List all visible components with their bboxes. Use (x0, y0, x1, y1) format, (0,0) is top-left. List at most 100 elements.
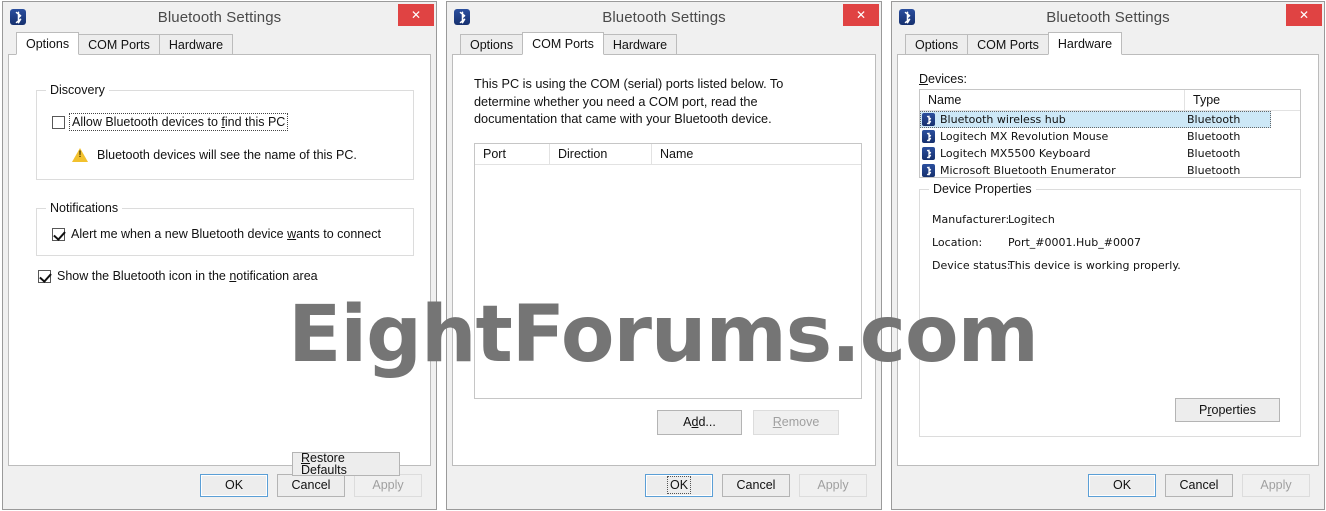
tab-options[interactable]: Options (905, 34, 969, 55)
comports-listview[interactable]: Port Direction Name (474, 143, 862, 399)
restore-defaults-label: Restore Defaults (301, 450, 347, 477)
device-name: Logitech MX Revolution Mouse (940, 130, 1109, 143)
apply-button-comports: Apply (799, 473, 867, 497)
ok-button-hardware[interactable]: OK (1088, 473, 1156, 497)
manufacturer-value: Logitech (1008, 213, 1055, 226)
window-body-comports: Options COM Ports Hardware This PC is us… (452, 32, 876, 504)
device-type: Bluetooth (1187, 130, 1241, 143)
close-button-comports[interactable]: ✕ (843, 4, 879, 26)
comports-description: This PC is using the COM (serial) ports … (474, 77, 784, 126)
apply-label: Apply (817, 477, 849, 492)
warning-icon (72, 148, 88, 162)
bluetooth-icon (922, 147, 935, 160)
remove-com-port-button: Remove (753, 410, 839, 435)
device-status-value: This device is working properly. (1008, 259, 1181, 272)
column-direction[interactable]: Direction (550, 144, 652, 164)
titlebar-comports[interactable]: Bluetooth Settings ✕ (447, 2, 881, 32)
device-name: Microsoft Bluetooth Enumerator (940, 164, 1116, 177)
close-icon: ✕ (855, 8, 867, 22)
page-title-comports: Bluetooth Settings (602, 8, 726, 26)
tab-options[interactable]: Options (460, 34, 524, 55)
device-type: Bluetooth (1187, 164, 1241, 177)
alert-checkbox[interactable] (52, 227, 65, 241)
add-label: Add... (683, 415, 716, 430)
titlebar-options[interactable]: Bluetooth Settings ✕ (3, 2, 436, 32)
discovery-group: Discovery (36, 83, 414, 180)
bluetooth-icon (10, 9, 26, 25)
column-name[interactable]: Name (920, 90, 1185, 110)
footer-comports: OK Cancel Apply (452, 466, 876, 504)
ok-button-options[interactable]: OK (200, 473, 268, 497)
column-port[interactable]: Port (475, 144, 550, 164)
tab-com-ports[interactable]: COM Ports (78, 34, 160, 55)
window-body-hardware: Options COM Ports Hardware Devices: Name… (897, 32, 1319, 504)
tab-hardware[interactable]: Hardware (1047, 32, 1123, 55)
tab-com-ports[interactable]: COM Ports (967, 34, 1049, 55)
devices-list-body: Bluetooth wireless hub Bluetooth Logitec… (920, 111, 1300, 177)
cancel-label: Cancel (1179, 477, 1219, 492)
apply-label: Apply (1260, 477, 1292, 492)
tabstrip-comports: Options COM Ports Hardware (452, 32, 876, 55)
bluetooth-settings-window-options: Bluetooth Settings ✕ Options COM Ports H… (2, 1, 437, 510)
device-status-label: Device status: (932, 259, 1011, 272)
tabstrip-options: Options COM Ports Hardware (8, 32, 431, 55)
tab-com-ports[interactable]: COM Ports (522, 32, 604, 55)
cancel-button-hardware[interactable]: Cancel (1165, 473, 1233, 497)
allow-discovery-label: Allow Bluetooth devices to find this PC (68, 113, 289, 131)
manufacturer-label: Manufacturer: (932, 213, 1010, 226)
close-icon: ✕ (1298, 8, 1310, 22)
tabpage-options: Discovery Allow Bluetooth devices to fin… (8, 54, 431, 476)
comports-list-header: Port Direction Name (475, 144, 861, 165)
device-properties-legend: Device Properties (929, 182, 1036, 196)
cancel-label: Cancel (736, 477, 776, 492)
ok-button-comports[interactable]: OK (645, 473, 713, 497)
bluetooth-icon (922, 164, 935, 177)
close-button-options[interactable]: ✕ (398, 4, 434, 26)
properties-button[interactable]: Properties (1175, 398, 1280, 422)
tab-hardware[interactable]: Hardware (602, 34, 678, 55)
show-icon-checkbox-row[interactable]: Show the Bluetooth icon in the notificat… (38, 269, 318, 283)
tabpage-hardware: Devices: Name Type Bluetooth wireless hu… (897, 54, 1319, 466)
table-row[interactable]: Logitech MX5500 Keyboard Bluetooth (920, 145, 1300, 162)
device-name: Logitech MX5500 Keyboard (940, 147, 1091, 160)
location-label: Location: (932, 236, 983, 249)
screen-root: Bluetooth Settings ✕ Options COM Ports H… (0, 0, 1326, 511)
column-name[interactable]: Name (652, 144, 861, 164)
show-icon-checkbox[interactable] (38, 269, 51, 283)
alert-label: Alert me when a new Bluetooth device wan… (71, 227, 381, 241)
tabstrip-hardware: Options COM Ports Hardware (897, 32, 1319, 55)
allow-discovery-checkbox-row[interactable]: Allow Bluetooth devices to find this PC (52, 113, 289, 131)
bluetooth-icon (454, 9, 470, 25)
titlebar-hardware[interactable]: Bluetooth Settings ✕ (892, 2, 1324, 32)
tab-options[interactable]: Options (16, 32, 80, 55)
notifications-legend: Notifications (46, 201, 123, 215)
table-row[interactable]: Logitech MX Revolution Mouse Bluetooth (920, 128, 1300, 145)
cancel-button-comports[interactable]: Cancel (722, 473, 790, 497)
device-name: Bluetooth wireless hub (940, 113, 1066, 126)
apply-button-options: Apply (354, 473, 422, 497)
devices-list-header: Name Type (920, 90, 1300, 111)
restore-defaults-button[interactable]: Restore Defaults (292, 450, 400, 477)
table-row[interactable]: Bluetooth wireless hub Bluetooth (920, 111, 1271, 128)
add-com-port-button[interactable]: Add... (657, 410, 742, 435)
discovery-legend: Discovery (46, 83, 109, 97)
table-row[interactable]: Microsoft Bluetooth Enumerator Bluetooth (920, 162, 1300, 177)
bluetooth-settings-window-hardware: Bluetooth Settings ✕ Options COM Ports H… (891, 1, 1325, 510)
close-button-hardware[interactable]: ✕ (1286, 4, 1322, 26)
alert-checkbox-row[interactable]: Alert me when a new Bluetooth device wan… (52, 227, 381, 241)
device-type: Bluetooth (1187, 147, 1241, 160)
page-title-hardware: Bluetooth Settings (1046, 8, 1170, 26)
properties-label: Properties (1199, 402, 1256, 417)
devices-listview[interactable]: Name Type Bluetooth wireless hub Bluetoo… (919, 89, 1301, 178)
ok-label: OK (224, 477, 244, 492)
location-value: Port_#0001.Hub_#0007 (1008, 236, 1141, 249)
window-body-options: Options COM Ports Hardware Discovery All… (8, 32, 431, 504)
bluetooth-settings-window-comports: Bluetooth Settings ✕ Options COM Ports H… (446, 1, 882, 510)
ok-label: OK (1112, 477, 1132, 492)
tab-hardware[interactable]: Hardware (158, 34, 234, 55)
apply-label: Apply (372, 477, 404, 492)
column-type[interactable]: Type (1185, 90, 1300, 110)
bluetooth-icon (922, 113, 935, 126)
allow-discovery-checkbox[interactable] (52, 115, 65, 129)
footer-hardware: OK Cancel Apply (897, 466, 1319, 504)
